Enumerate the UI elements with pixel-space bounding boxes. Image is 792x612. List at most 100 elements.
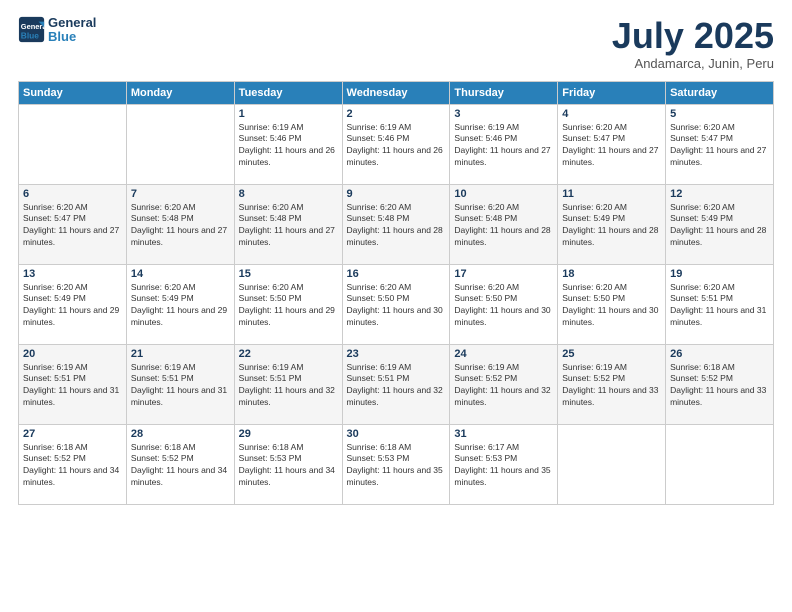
day-number: 22: [239, 348, 338, 360]
calendar-day-header: Friday: [558, 81, 666, 104]
day-number: 13: [23, 268, 122, 280]
calendar-day-cell: [19, 104, 127, 184]
day-number: 18: [562, 268, 661, 280]
calendar-day-cell: 16 Sunrise: 6:20 AMSunset: 5:50 PMDayligh…: [342, 264, 450, 344]
calendar-week-row: 27 Sunrise: 6:18 AMSunset: 5:52 PMDayligh…: [19, 424, 774, 504]
title-block: July 2025 Andamarca, Junin, Peru: [612, 16, 774, 71]
calendar-day-cell: [126, 104, 234, 184]
day-number: 10: [454, 188, 553, 200]
day-info: Sunrise: 6:19 AMSunset: 5:52 PMDaylight:…: [562, 362, 661, 410]
calendar-table: SundayMondayTuesdayWednesdayThursdayFrid…: [18, 81, 774, 505]
day-info: Sunrise: 6:19 AMSunset: 5:46 PMDaylight:…: [239, 122, 338, 170]
calendar-day-cell: 14Sunrise: 6:20 AMSunset: 5:49 PMDayligh…: [126, 264, 234, 344]
day-number: 11: [562, 188, 661, 200]
calendar-day-header: Monday: [126, 81, 234, 104]
calendar-day-cell: 2Sunrise: 6:19 AMSunset: 5:46 PMDaylight…: [342, 104, 450, 184]
calendar-header-row: SundayMondayTuesdayWednesdayThursdayFrid…: [19, 81, 774, 104]
calendar-day-cell: 28 Sunrise: 6:18 AMSunset: 5:52 PMDayligh…: [126, 424, 234, 504]
day-number: 28: [131, 428, 230, 440]
day-number: 9: [347, 188, 446, 200]
calendar-day-cell: 21 Sunrise: 6:19 AMSunset: 5:51 PMDayligh…: [126, 344, 234, 424]
day-number: 1: [239, 108, 338, 120]
day-info: Sunrise: 6:20 AMSunset: 5:48 PMDaylight:…: [239, 202, 338, 250]
day-number: 16: [347, 268, 446, 280]
day-info: Sunrise: 6:17 AMSunset: 5:53 PMDaylight:…: [454, 442, 553, 490]
day-info: Sunrise: 6:19 AMSunset: 5:51 PMDaylight:…: [239, 362, 338, 410]
day-info: Sunrise: 6:20 AMSunset: 5:50 PMDaylight:…: [347, 282, 446, 330]
day-number: 6: [23, 188, 122, 200]
day-info: Sunrise: 6:20 AMSunset: 5:47 PMDaylight:…: [562, 122, 661, 170]
day-info: Sunrise: 6:20 AMSunset: 5:47 PMDaylight:…: [670, 122, 769, 170]
day-info: Sunrise: 6:20 AMSunset: 5:48 PMDaylight:…: [131, 202, 230, 250]
calendar-day-cell: 7Sunrise: 6:20 AMSunset: 5:48 PMDaylight…: [126, 184, 234, 264]
day-info: Sunrise: 6:20 AMSunset: 5:50 PMDaylight:…: [562, 282, 661, 330]
calendar-day-cell: 6Sunrise: 6:20 AMSunset: 5:47 PMDaylight…: [19, 184, 127, 264]
calendar-week-row: 20 Sunrise: 6:19 AMSunset: 5:51 PMDayligh…: [19, 344, 774, 424]
day-info: Sunrise: 6:18 AMSunset: 5:52 PMDaylight:…: [131, 442, 230, 490]
day-info: Sunrise: 6:18 AMSunset: 5:53 PMDaylight:…: [347, 442, 446, 490]
calendar-week-row: 1 Sunrise: 6:19 AMSunset: 5:46 PMDaylight…: [19, 104, 774, 184]
day-number: 3: [454, 108, 553, 120]
day-info: Sunrise: 6:20 AMSunset: 5:48 PMDaylight:…: [347, 202, 446, 250]
day-number: 21: [131, 348, 230, 360]
calendar-day-header: Tuesday: [234, 81, 342, 104]
day-info: Sunrise: 6:19 AMSunset: 5:51 PMDaylight:…: [131, 362, 230, 410]
calendar-day-cell: 8Sunrise: 6:20 AMSunset: 5:48 PMDaylight…: [234, 184, 342, 264]
calendar-day-cell: 12Sunrise: 6:20 AMSunset: 5:49 PMDayligh…: [666, 184, 774, 264]
day-number: 26: [670, 348, 769, 360]
calendar-day-cell: 19Sunrise: 6:20 AMSunset: 5:51 PMDayligh…: [666, 264, 774, 344]
logo-icon: General Blue: [18, 16, 46, 44]
calendar-week-row: 6Sunrise: 6:20 AMSunset: 5:47 PMDaylight…: [19, 184, 774, 264]
day-info: Sunrise: 6:20 AMSunset: 5:48 PMDaylight:…: [454, 202, 553, 250]
day-number: 20: [23, 348, 122, 360]
calendar-day-cell: 24 Sunrise: 6:19 AMSunset: 5:52 PMDayligh…: [450, 344, 558, 424]
calendar-day-cell: 30 Sunrise: 6:18 AMSunset: 5:53 PMDayligh…: [342, 424, 450, 504]
logo: General Blue General Blue: [18, 16, 96, 45]
calendar-day-cell: 4 Sunrise: 6:20 AMSunset: 5:47 PMDaylight…: [558, 104, 666, 184]
calendar-day-cell: 3 Sunrise: 6:19 AMSunset: 5:46 PMDaylight…: [450, 104, 558, 184]
calendar-day-cell: [666, 424, 774, 504]
calendar-day-cell: 10 Sunrise: 6:20 AMSunset: 5:48 PMDayligh…: [450, 184, 558, 264]
day-number: 2: [347, 108, 446, 120]
calendar-day-cell: 11 Sunrise: 6:20 AMSunset: 5:49 PMDayligh…: [558, 184, 666, 264]
day-number: 4: [562, 108, 661, 120]
calendar-day-cell: 5 Sunrise: 6:20 AMSunset: 5:47 PMDaylight…: [666, 104, 774, 184]
day-number: 31: [454, 428, 553, 440]
day-info: Sunrise: 6:18 AMSunset: 5:52 PMDaylight:…: [670, 362, 769, 410]
day-info: Sunrise: 6:20 AMSunset: 5:49 PMDaylight:…: [670, 202, 769, 250]
day-number: 27: [23, 428, 122, 440]
day-info: Sunrise: 6:18 AMSunset: 5:52 PMDaylight:…: [23, 442, 122, 490]
day-info: Sunrise: 6:20 AMSunset: 5:49 PMDaylight:…: [23, 282, 122, 330]
calendar-day-cell: 20 Sunrise: 6:19 AMSunset: 5:51 PMDayligh…: [19, 344, 127, 424]
calendar-day-header: Saturday: [666, 81, 774, 104]
calendar-day-cell: 15Sunrise: 6:20 AMSunset: 5:50 PMDayligh…: [234, 264, 342, 344]
day-info: Sunrise: 6:19 AMSunset: 5:52 PMDaylight:…: [454, 362, 553, 410]
day-info: Sunrise: 6:18 AMSunset: 5:53 PMDaylight:…: [239, 442, 338, 490]
day-info: Sunrise: 6:19 AMSunset: 5:51 PMDaylight:…: [23, 362, 122, 410]
day-number: 30: [347, 428, 446, 440]
calendar-day-cell: 29 Sunrise: 6:18 AMSunset: 5:53 PMDayligh…: [234, 424, 342, 504]
day-number: 17: [454, 268, 553, 280]
calendar-day-cell: 31 Sunrise: 6:17 AMSunset: 5:53 PMDayligh…: [450, 424, 558, 504]
calendar-week-row: 13 Sunrise: 6:20 AMSunset: 5:49 PMDayligh…: [19, 264, 774, 344]
day-info: Sunrise: 6:20 AMSunset: 5:51 PMDaylight:…: [670, 282, 769, 330]
calendar-day-cell: 18 Sunrise: 6:20 AMSunset: 5:50 PMDayligh…: [558, 264, 666, 344]
day-number: 23: [347, 348, 446, 360]
day-number: 24: [454, 348, 553, 360]
day-number: 29: [239, 428, 338, 440]
calendar-day-header: Sunday: [19, 81, 127, 104]
subtitle: Andamarca, Junin, Peru: [612, 56, 774, 71]
day-info: Sunrise: 6:20 AMSunset: 5:49 PMDaylight:…: [562, 202, 661, 250]
page: General Blue General Blue July 2025 Anda…: [0, 0, 792, 612]
day-number: 5: [670, 108, 769, 120]
svg-text:Blue: Blue: [21, 31, 39, 41]
calendar-day-cell: 25 Sunrise: 6:19 AMSunset: 5:52 PMDayligh…: [558, 344, 666, 424]
day-info: Sunrise: 6:20 AMSunset: 5:49 PMDaylight:…: [131, 282, 230, 330]
month-title: July 2025: [612, 16, 774, 56]
day-number: 25: [562, 348, 661, 360]
day-info: Sunrise: 6:19 AMSunset: 5:46 PMDaylight:…: [454, 122, 553, 170]
calendar-day-cell: 9 Sunrise: 6:20 AMSunset: 5:48 PMDaylight…: [342, 184, 450, 264]
calendar-day-cell: 22 Sunrise: 6:19 AMSunset: 5:51 PMDayligh…: [234, 344, 342, 424]
calendar-day-header: Thursday: [450, 81, 558, 104]
day-number: 15: [239, 268, 338, 280]
